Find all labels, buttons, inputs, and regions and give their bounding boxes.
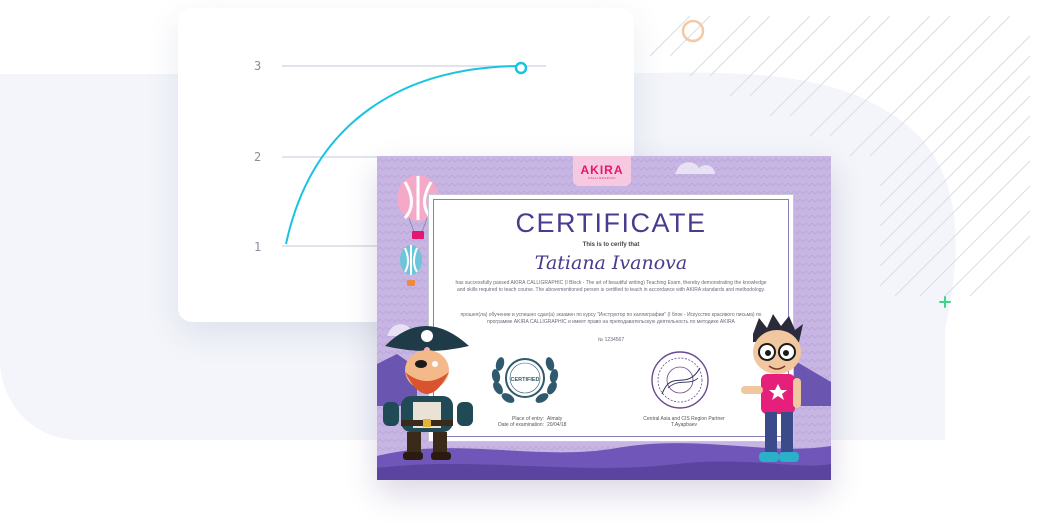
certificate-body-ru: прошел(ла) обучение и успешно сдал(а) эк… xyxy=(460,312,762,325)
certificate-body-en: has successfully passed AKIRA CALLIGRAPH… xyxy=(455,280,767,293)
pirate-character xyxy=(383,326,473,460)
badge-text: CERTIFIED xyxy=(510,377,539,383)
partner-name: T.Ayapbaev xyxy=(670,422,698,429)
certificate-image: AKIRA CALLIGRAPHIC CERTIFICATE This is t… xyxy=(377,156,831,480)
stamp-seal xyxy=(651,351,709,409)
progress-end-point[interactable] xyxy=(514,61,528,75)
partner-group: Central Asia and CIS Region Partner T.Ay… xyxy=(624,416,744,429)
date-label: Date of examination: xyxy=(498,422,544,429)
place-label-group: Place of entry: Date of examination: xyxy=(492,416,544,429)
brand-tab: AKIRA CALLIGRAPHIC xyxy=(573,156,631,186)
brand-logo: AKIRA xyxy=(580,163,624,177)
date-value: 20/04/18 xyxy=(547,422,567,429)
ring-decoration xyxy=(681,19,705,43)
recipient-name: Tatiana Ivanova xyxy=(534,252,688,274)
certificate-border: CERTIFICATE This is to cerify that Tatia… xyxy=(433,199,789,437)
y-tick-label: 2 xyxy=(254,150,262,164)
place-value-group: Almaty 20/04/18 xyxy=(547,416,566,429)
certificate-subtitle: This is to cerify that xyxy=(582,242,640,248)
boy-character xyxy=(741,314,803,462)
certificate-number: № 1234567 xyxy=(597,337,625,343)
y-tick-label: 3 xyxy=(254,59,262,73)
y-tick-label: 1 xyxy=(254,240,262,254)
hot-air-balloon-icon xyxy=(400,245,422,286)
certified-badge: CERTIFIED xyxy=(491,357,559,403)
certificate-title: CERTIFICATE xyxy=(515,208,707,238)
